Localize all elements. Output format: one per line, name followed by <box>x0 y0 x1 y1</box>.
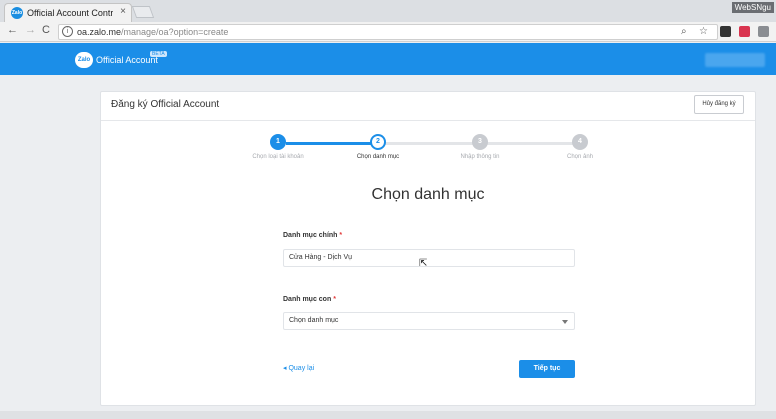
zalo-logo-icon[interactable]: Zalo <box>75 52 93 68</box>
step-1-label: Chọn loại tài khoản <box>252 154 304 160</box>
extension-icon[interactable] <box>720 26 731 37</box>
url-host: oa.zalo.me <box>77 27 122 37</box>
camera-extension-icon[interactable] <box>758 26 769 37</box>
address-bar[interactable]: i oa.zalo.me/manage/oa?option=create ⌕ ☆ <box>58 24 718 40</box>
cancel-registration-button[interactable]: Hủy đăng ký <box>694 95 744 114</box>
user-account-menu[interactable] <box>705 53 765 67</box>
browser-toolbar: ← → C i oa.zalo.me/manage/oa?option=crea… <box>0 22 776 42</box>
browser-tab[interactable]: Zalo Official Account Control × <box>4 3 132 22</box>
url-path: /manage/oa?option=create <box>121 27 229 37</box>
step-3-label: Nhập thông tin <box>460 154 500 160</box>
brand-title: Official Account <box>96 55 158 65</box>
main-category-label: Danh mục chính * <box>283 232 342 239</box>
required-mark: * <box>339 232 343 239</box>
new-tab-button[interactable] <box>131 6 155 18</box>
tab-title: Official Account Control <box>27 8 113 18</box>
sub-category-label: Danh mục con * <box>283 296 336 303</box>
stepper-track-done <box>286 142 381 145</box>
section-title: Chọn danh mục <box>371 186 485 203</box>
zalo-favicon-icon: Zalo <box>11 7 23 19</box>
window-user-badge: WebSNgu <box>731 2 774 13</box>
page-title: Đăng ký Official Account <box>111 99 220 110</box>
sub-category-select[interactable]: Chọn danh mục <box>283 312 575 330</box>
forward-arrow-icon[interactable]: → <box>25 24 36 36</box>
beta-badge: BETA <box>150 51 167 57</box>
back-arrow-icon[interactable]: ← <box>7 24 18 36</box>
main-category-field[interactable]: Cửa Hàng - Dịch Vụ <box>283 249 575 267</box>
url-text: oa.zalo.me/manage/oa?option=create <box>77 27 228 37</box>
mouse-cursor-icon: ⇱ <box>419 258 428 269</box>
sub-category-label-text: Danh mục con <box>283 296 332 303</box>
chevron-down-icon <box>562 320 568 324</box>
step-1-circle: 1 <box>270 134 286 150</box>
registration-card: Đăng ký Official Account Hủy đăng ký 1 2… <box>100 91 756 406</box>
reload-icon[interactable]: C <box>42 24 50 36</box>
site-info-icon[interactable]: i <box>62 26 73 37</box>
step-4-circle: 4 <box>572 134 588 150</box>
zoom-icon[interactable]: ⌕ <box>681 26 687 37</box>
step-2-circle: 2 <box>370 134 386 150</box>
browser-tab-strip: Zalo Official Account Control × WebSNgu <box>0 0 776 22</box>
step-3-circle: 3 <box>472 134 488 150</box>
sub-category-value: Chọn danh mục <box>289 317 339 324</box>
step-2-label: Chọn danh mục <box>356 154 400 160</box>
next-button[interactable]: Tiếp tục <box>519 360 575 378</box>
extension-red-icon[interactable] <box>739 26 750 37</box>
bookmark-star-icon[interactable]: ☆ <box>699 26 708 37</box>
zalo-header: Zalo Official Account BETA <box>0 43 776 75</box>
main-category-label-text: Danh mục chính <box>283 232 338 239</box>
page-bottom-bar <box>0 411 776 419</box>
required-mark: * <box>333 296 336 303</box>
back-link[interactable]: ◂ Quay lại <box>283 364 314 372</box>
card-header: Đăng ký Official Account Hủy đăng ký <box>101 92 755 121</box>
tab-close-icon[interactable]: × <box>120 6 126 17</box>
main-category-value: Cửa Hàng - Dịch Vụ <box>289 254 353 261</box>
step-4-label: Chọn ảnh <box>566 154 594 160</box>
